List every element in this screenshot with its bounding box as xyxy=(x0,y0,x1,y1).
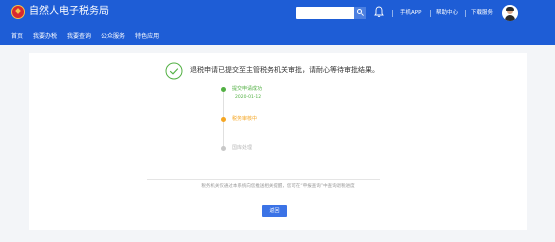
divider xyxy=(465,10,466,17)
nav-tax-handling[interactable]: 我要办税 xyxy=(28,29,62,45)
tax-emblem-icon xyxy=(11,5,25,19)
timeline-step-submitted: 提交申请成功 xyxy=(232,86,263,92)
notice-text: 税务机关仅通过本系统向您推送相关提醒，您可在“申报查询”中查询退税进度 xyxy=(201,184,355,189)
search-button[interactable] xyxy=(354,7,366,19)
nav-query[interactable]: 我要查询 xyxy=(62,29,96,45)
divider xyxy=(392,10,393,17)
main-nav: 首页 我要办税 我要查询 公众服务 特色应用 xyxy=(0,29,164,45)
user-avatar[interactable] xyxy=(502,5,518,21)
divider xyxy=(430,10,431,17)
search-box xyxy=(296,7,366,19)
return-button[interactable]: 返回 xyxy=(262,205,287,217)
help-center-link[interactable]: 帮助中心 xyxy=(436,7,458,19)
nav-public-service[interactable]: 公众服务 xyxy=(96,29,130,45)
download-service-link[interactable]: 下载服务 xyxy=(471,7,493,19)
timeline-dot-done xyxy=(221,87,226,92)
nav-featured-apps[interactable]: 特色应用 xyxy=(130,29,164,45)
timeline-step-treasury: 国库处理 xyxy=(232,145,253,151)
success-check-icon xyxy=(165,62,183,80)
timeline-dot-pending xyxy=(221,146,226,151)
timeline-step-date: 2020-01-12 xyxy=(235,95,262,100)
bell-icon[interactable] xyxy=(374,6,384,18)
submit-success-message: 退税申请已提交至主管税务机关审批，请耐心等待审批结果。 xyxy=(190,66,379,74)
nav-home[interactable]: 首页 xyxy=(0,29,28,45)
top-header: 自然人电子税务局 首页 我要办税 我要查询 公众服务 特色应用 手机APP 帮助… xyxy=(0,0,555,45)
search-input[interactable] xyxy=(296,7,354,19)
timeline-step-reviewing: 税务审核中 xyxy=(232,116,258,122)
timeline-dot-current xyxy=(221,117,226,122)
mobile-app-link[interactable]: 手机APP xyxy=(400,7,421,19)
card-divider xyxy=(147,179,380,180)
site-title[interactable]: 自然人电子税务局 xyxy=(29,5,109,19)
result-card: 退税申请已提交至主管税务机关审批，请耐心等待审批结果。 提交申请成功 2020-… xyxy=(29,53,527,230)
